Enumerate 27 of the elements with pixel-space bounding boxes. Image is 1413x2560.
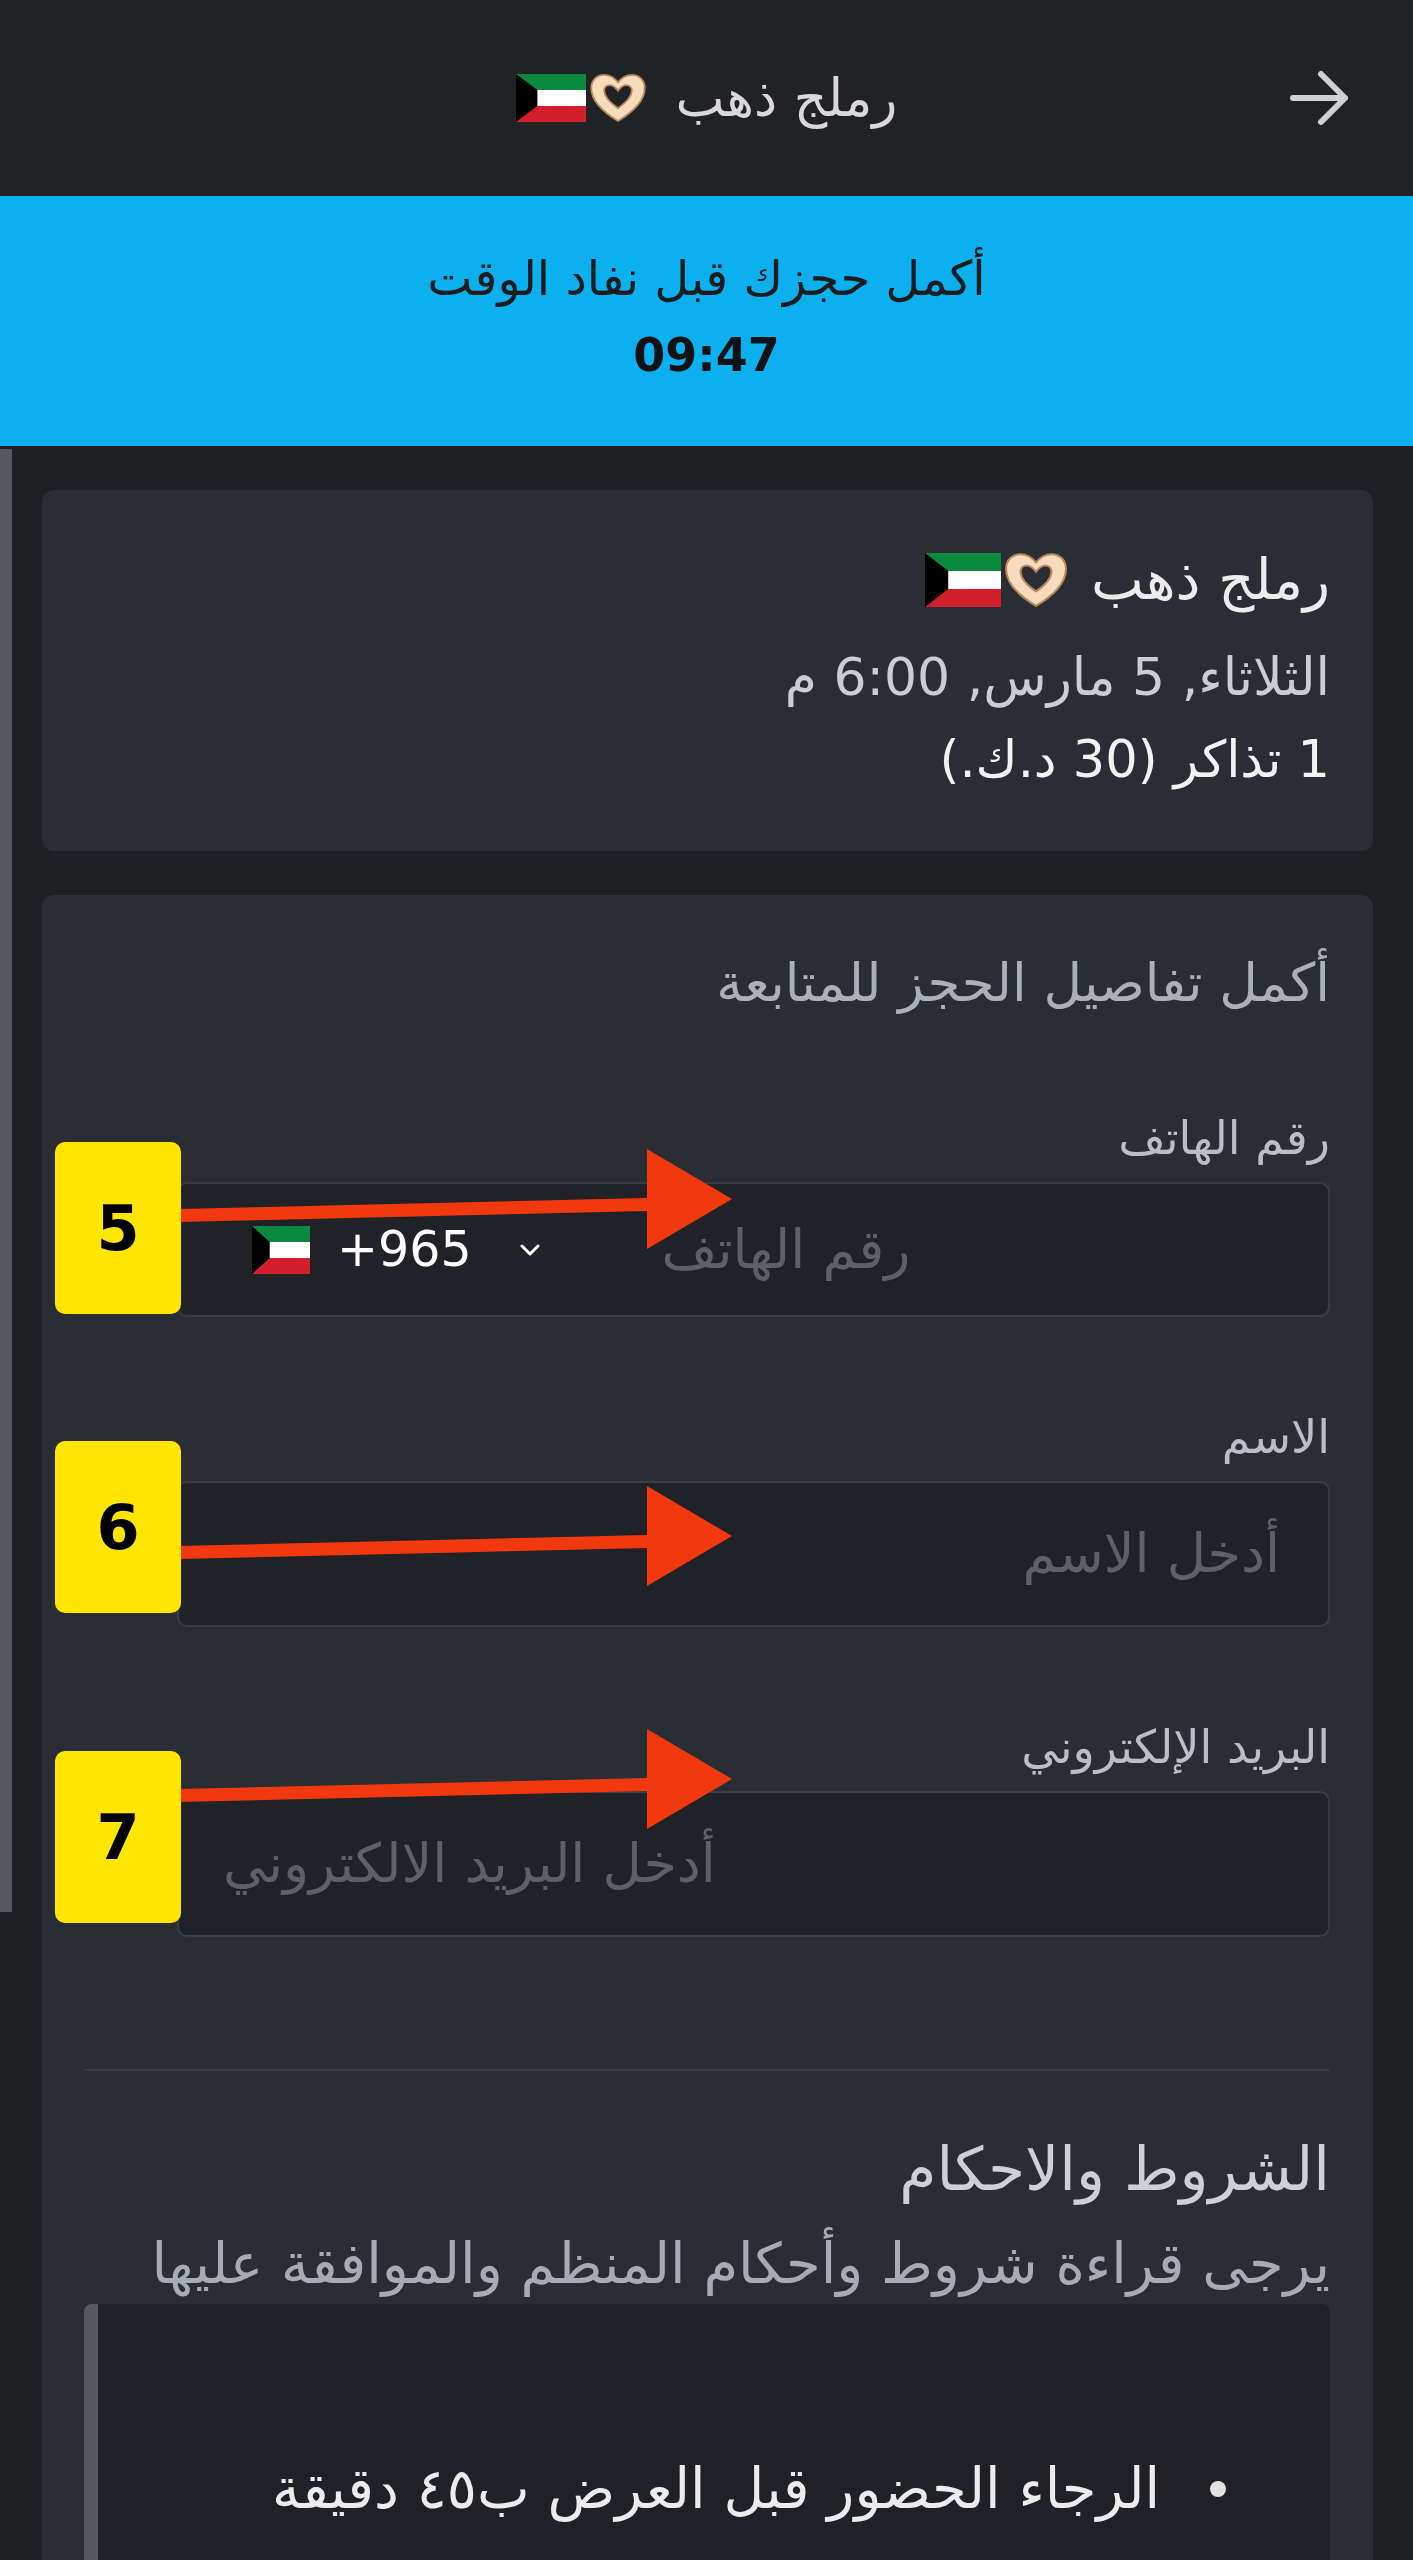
bullet-icon [1210,2481,1226,2497]
country-code-selector[interactable]: +965 [252,1217,540,1282]
page-title: رملج ذهب [675,67,898,131]
scrollbar[interactable] [0,449,12,1912]
ticket-summary: 1 تذاكر (30 د.ك.) [938,729,1330,792]
event-title: رملج ذهب [1091,546,1330,615]
heart-icon [1005,553,1067,607]
flag-icon [515,74,586,122]
countdown-timer: 09:47 [633,327,780,384]
field-label: البريد الإلكتروني [1020,1719,1330,1777]
step-number: 5 [55,1142,181,1314]
heart-icon [589,74,646,122]
terms-subtitle: يرجى قراءة شروط وأحكام المنظم والموافقة عليها [84,2229,1330,2299]
step-number: 6 [55,1441,181,1613]
field-label: الاسم [1220,1409,1330,1466]
chevron-down-icon [519,1243,540,1256]
event-date: الثلاثاء, 5 مارس, 6:00 م [783,646,1330,710]
field-label: رقم الهاتف [1117,1110,1330,1167]
arrow-right-icon [1290,70,1350,126]
flag-icon [925,553,1001,607]
back-button[interactable] [1290,70,1350,126]
step-number: 7 [55,1751,181,1923]
flag-icon [252,1225,310,1274]
terms-item: الرجاء الحضور قبل العرض ب٤٥ دقيقة [272,2455,1160,2524]
timer-message: أكمل حجزك قبل نفاد الوقت [427,243,986,313]
form-heading: أكمل تفاصيل الحجز للمتابعة [84,948,1330,1018]
terms-title: الشروط والاحكام [898,2133,1330,2207]
